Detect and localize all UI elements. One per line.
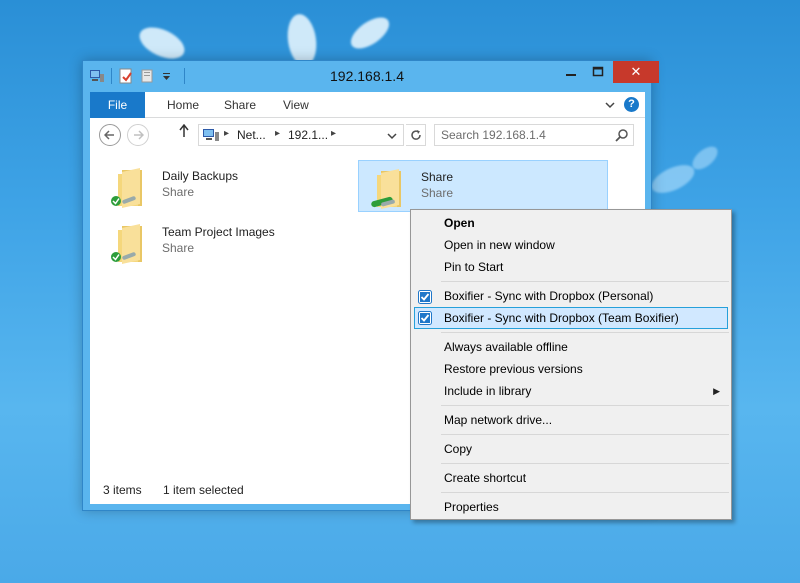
tab-view[interactable]: View: [269, 92, 323, 118]
navigation-bar: ▸ Net... ▸ 192.1... ▸: [90, 118, 645, 152]
refresh-button[interactable]: [406, 124, 426, 146]
back-arrow-icon: [103, 130, 114, 140]
maximize-icon: [592, 66, 604, 77]
up-button[interactable]: [178, 123, 190, 142]
wallpaper-petal: [345, 11, 395, 55]
search-box[interactable]: [434, 124, 634, 146]
menu-item-label: Boxifier - Sync with Dropbox (Team Boxif…: [444, 311, 679, 325]
menu-item-pin-to-start[interactable]: Pin to Start: [414, 256, 728, 278]
shared-folder-icon: [108, 166, 148, 210]
network-icon: [203, 128, 219, 145]
menu-separator: [441, 463, 729, 464]
item-name: Team Project Images: [162, 225, 275, 239]
ribbon-controls: ?: [604, 97, 639, 112]
breadcrumb-chevron-icon[interactable]: ▸: [275, 128, 280, 139]
item-count: 3 items: [103, 483, 142, 497]
list-item-selected[interactable]: Share Share: [358, 160, 608, 212]
minimize-icon: [566, 74, 576, 76]
search-input[interactable]: [435, 125, 611, 145]
item-type: Share: [421, 186, 454, 200]
minimize-button[interactable]: [557, 61, 585, 83]
tab-file[interactable]: File: [90, 92, 145, 118]
menu-item-open[interactable]: Open: [414, 212, 728, 234]
shared-folder-icon: [108, 222, 148, 266]
forward-button[interactable]: [127, 124, 149, 146]
menu-separator: [441, 434, 729, 435]
item-type: Share: [162, 185, 195, 199]
wallpaper-petal: [647, 159, 699, 199]
menu-item-label: Include in library: [444, 384, 532, 398]
menu-separator: [441, 281, 729, 282]
refresh-icon: [410, 130, 421, 140]
wallpaper-petal: [134, 21, 190, 65]
address-dropdown-icon[interactable]: [387, 130, 397, 144]
boxifier-check-icon: [418, 311, 432, 325]
menu-item-always-offline[interactable]: Always available offline: [414, 336, 728, 358]
menu-item-open-new-window[interactable]: Open in new window: [414, 234, 728, 256]
search-icon[interactable]: [615, 128, 629, 145]
menu-item-include-library[interactable]: Include in library ▶: [414, 380, 728, 402]
selection-count: 1 item selected: [163, 483, 244, 497]
tab-home[interactable]: Home: [153, 92, 213, 118]
menu-item-create-shortcut[interactable]: Create shortcut: [414, 467, 728, 489]
close-button[interactable]: ✕: [613, 61, 659, 83]
context-menu: Open Open in new window Pin to Start Box…: [410, 209, 732, 520]
menu-item-properties[interactable]: Properties: [414, 496, 728, 518]
menu-item-map-drive[interactable]: Map network drive...: [414, 409, 728, 431]
ribbon: File Home Share View ?: [90, 92, 645, 118]
list-item[interactable]: Team Project Images Share: [100, 216, 350, 268]
help-icon[interactable]: ?: [624, 97, 639, 112]
menu-item-label: Boxifier - Sync with Dropbox (Personal): [444, 289, 654, 303]
tab-share[interactable]: Share: [210, 92, 270, 118]
breadcrumb-chevron-icon[interactable]: ▸: [224, 128, 229, 139]
menu-item-boxifier-personal[interactable]: Boxifier - Sync with Dropbox (Personal): [414, 285, 728, 307]
forward-arrow-icon: [134, 130, 145, 140]
title-bar[interactable]: 192.168.1.4 ✕: [83, 61, 659, 91]
breadcrumb-chevron-icon[interactable]: ▸: [331, 128, 336, 139]
breadcrumb-host[interactable]: 192.1...: [288, 128, 328, 142]
menu-separator: [441, 492, 729, 493]
back-button[interactable]: [99, 124, 121, 146]
expand-ribbon-chevron-icon[interactable]: [604, 99, 616, 111]
address-bar[interactable]: ▸ Net... ▸ 192.1... ▸: [198, 124, 404, 146]
menu-separator: [441, 405, 729, 406]
menu-item-copy[interactable]: Copy: [414, 438, 728, 460]
item-name: Daily Backups: [162, 169, 239, 183]
boxifier-check-icon: [418, 289, 432, 304]
list-item[interactable]: Daily Backups Share: [100, 160, 350, 212]
item-type: Share: [162, 241, 195, 255]
item-name: Share: [421, 170, 454, 184]
menu-item-restore-versions[interactable]: Restore previous versions: [414, 358, 728, 380]
shared-folder-icon: [367, 167, 407, 211]
submenu-arrow-icon: ▶: [713, 386, 720, 396]
menu-item-boxifier-team[interactable]: Boxifier - Sync with Dropbox (Team Boxif…: [414, 307, 728, 329]
maximize-button[interactable]: [585, 61, 611, 83]
close-icon: ✕: [630, 64, 642, 79]
up-arrow-icon: [179, 123, 189, 137]
menu-separator: [441, 332, 729, 333]
breadcrumb-network[interactable]: Net...: [237, 128, 266, 142]
